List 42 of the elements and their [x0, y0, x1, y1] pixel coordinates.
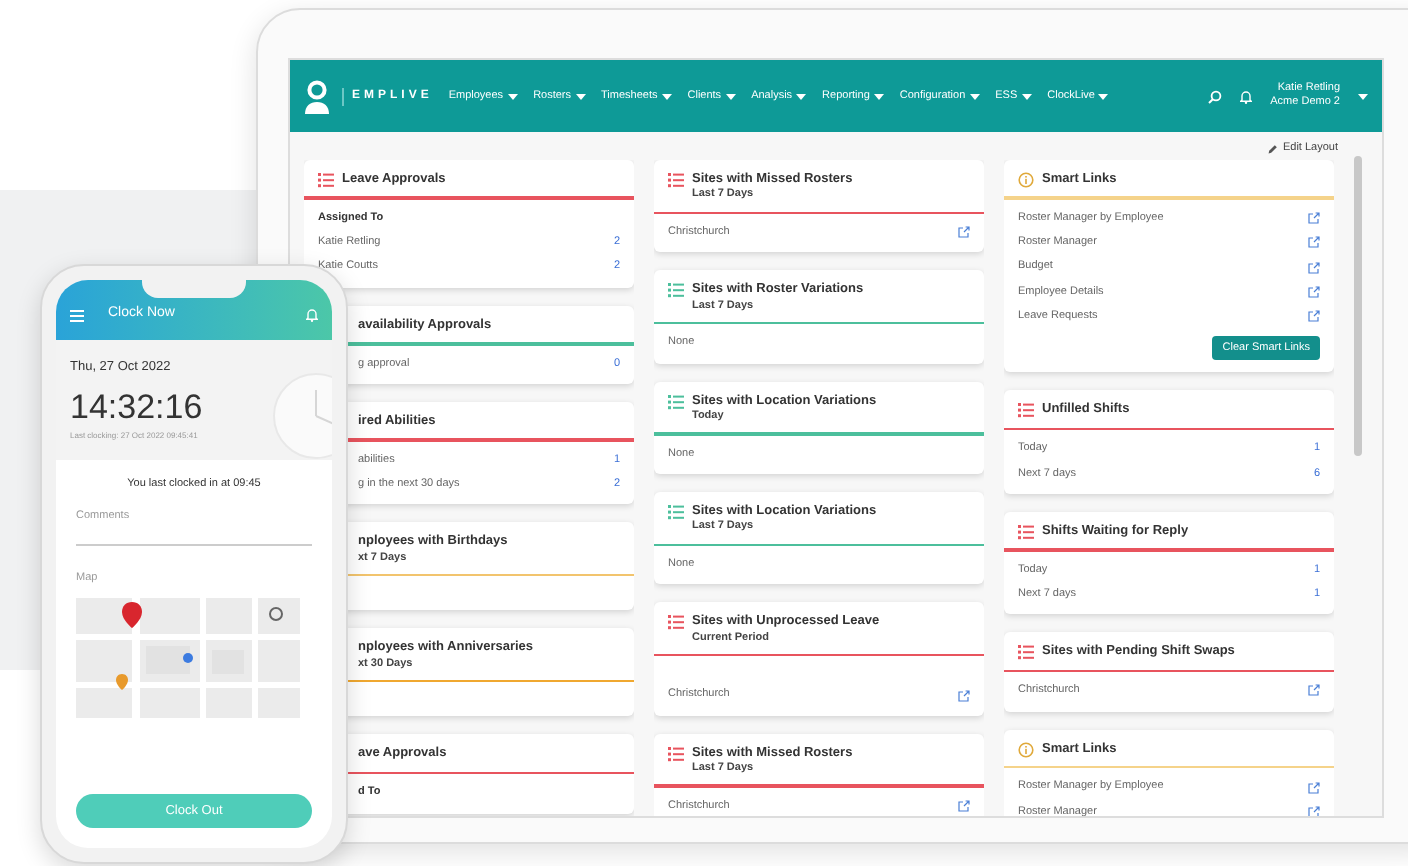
external-link-icon[interactable] — [1308, 684, 1320, 697]
list-icon — [668, 393, 684, 410]
external-link-icon[interactable] — [1308, 261, 1320, 274]
caret-icon — [1021, 93, 1032, 99]
caret-icon — [661, 93, 672, 99]
external-link-icon[interactable] — [1308, 236, 1320, 249]
list-icon — [1018, 402, 1034, 419]
caret-icon — [969, 93, 980, 99]
person-logo-icon — [304, 79, 330, 113]
caret-icon — [507, 93, 518, 99]
external-link-icon[interactable] — [958, 226, 970, 239]
list-icon — [668, 503, 684, 520]
caret-icon — [575, 93, 586, 99]
caret-icon — [1098, 93, 1109, 99]
list-icon — [668, 614, 684, 631]
list-icon — [668, 745, 684, 762]
list-icon — [1018, 523, 1034, 540]
caret-icon — [1358, 93, 1368, 99]
bell-icon[interactable] — [306, 308, 318, 322]
list-icon — [318, 172, 334, 188]
list-icon — [1018, 644, 1034, 661]
external-link-icon[interactable] — [958, 689, 970, 702]
info-icon — [1018, 741, 1034, 757]
search-icon[interactable] — [1208, 89, 1223, 103]
caret-icon — [796, 93, 807, 99]
phone-notch — [142, 280, 246, 298]
external-link-icon[interactable] — [1308, 212, 1320, 225]
scrollbar[interactable] — [1354, 156, 1362, 456]
external-link-icon[interactable] — [1308, 805, 1320, 816]
external-link-icon[interactable] — [1308, 781, 1320, 794]
bell-icon[interactable] — [1240, 89, 1253, 103]
external-link-icon[interactable] — [1308, 285, 1320, 298]
list-icon — [668, 282, 684, 299]
menu-icon[interactable] — [70, 309, 84, 321]
external-link-icon[interactable] — [958, 799, 970, 812]
caret-icon — [873, 93, 884, 99]
caret-icon — [725, 93, 736, 99]
list-icon — [668, 172, 684, 188]
external-link-icon[interactable] — [1308, 310, 1320, 323]
info-icon — [1018, 172, 1034, 188]
pencil-icon — [1268, 144, 1279, 154]
clock-time: 14:32:16 — [70, 389, 205, 424]
